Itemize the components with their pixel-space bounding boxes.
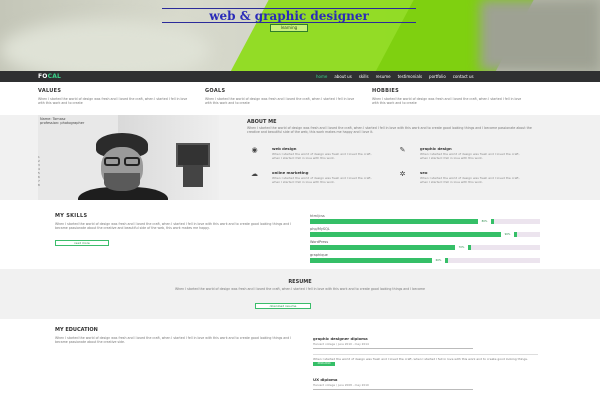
service-title: graphic design <box>420 146 452 151</box>
nav-link-about[interactable]: about us <box>334 74 351 79</box>
hobbies-block: HOBBIES When I started the world of desi… <box>372 88 522 106</box>
values-block: VALUES When I started the world of desig… <box>38 88 188 106</box>
photo-role: profession: photographer <box>40 121 85 126</box>
hero-button[interactable]: learning <box>270 24 308 32</box>
education-entry-title: graphic designer diploma <box>313 336 368 341</box>
pen-icon: ✎ <box>399 146 406 154</box>
service-title: web design <box>272 146 297 151</box>
service-text: When I started the world of design was f… <box>272 152 372 160</box>
skill-bar: WordPress 70% <box>310 240 540 250</box>
skill-track: 80% <box>310 219 540 224</box>
cloud-icon: ☁ <box>251 170 258 178</box>
education-entry-meta: Harvard college / june 2008 - may 2010 <box>313 383 369 387</box>
about-text: When I started the world of design was f… <box>247 126 532 135</box>
service-text: When I started the world of design was f… <box>272 176 372 184</box>
skill-percent: 70% <box>455 245 468 250</box>
education-entry-meta: Harvard college / june 2010 - may 2014 <box>313 342 369 346</box>
nav-link-resume[interactable]: resume <box>376 74 391 79</box>
skill-percent: 90% <box>501 232 514 237</box>
service-title: seo <box>420 170 428 175</box>
goals-title: GOALS <box>205 88 226 94</box>
skill-track: 70% <box>310 245 540 250</box>
skills-title: MY SKILLS <box>55 213 88 219</box>
goals-block: GOALS When I started the world of design… <box>205 88 355 106</box>
skill-track: 60% <box>310 258 540 263</box>
service-text: When I started the world of design was f… <box>420 152 520 160</box>
skills-read-more-button[interactable]: read more <box>55 240 109 246</box>
hero-title: web & graphic designer <box>209 9 369 23</box>
nav-links: home about us skills resume testimonials… <box>316 74 474 79</box>
values-text: When I started the world of design was f… <box>38 97 188 106</box>
skill-fill <box>310 232 517 237</box>
globe-icon: ◉ <box>251 146 258 154</box>
photo-numbers: 12 34 56 78 <box>38 155 40 187</box>
service-seo: ✲ seo When I started the world of design… <box>398 170 523 184</box>
values-title: VALUES <box>38 88 62 94</box>
goals-text: When I started the world of design was f… <box>205 97 355 106</box>
skill-fill <box>310 258 448 263</box>
portfolio-page: web & graphic designer learning FOCAL ho… <box>0 0 600 400</box>
education-text: When I started the world of design was f… <box>55 336 292 345</box>
service-text: When I started the world of design was f… <box>420 176 520 184</box>
education-entry-title: UX diploma <box>313 377 338 382</box>
education-entry: UX diploma Harvard college / june 2008 -… <box>313 377 538 400</box>
hobbies-title: HOBBIES <box>372 88 400 94</box>
hobbies-text: When I started the world of design was f… <box>372 97 522 106</box>
service-online-marketing: ☁ online marketing When I started the wo… <box>250 170 375 184</box>
skill-fill <box>310 245 471 250</box>
about-title: ABOUT ME <box>247 119 277 125</box>
nav-link-skills[interactable]: skills <box>359 74 369 79</box>
education-title: MY EDUCATION <box>55 327 98 333</box>
navbar: FOCAL home about us skills resume testim… <box>0 71 600 82</box>
download-resume-button[interactable]: download resume <box>255 303 311 309</box>
logo[interactable]: FOCAL <box>38 73 61 80</box>
education-description: When I started the world of design was f… <box>313 357 528 361</box>
resume-title: RESUME <box>288 279 312 285</box>
nav-link-portfolio[interactable]: portfolio <box>429 74 446 79</box>
service-title: online marketing <box>272 170 309 175</box>
service-web-design: ◉ web design When I started the world of… <box>250 146 375 160</box>
skill-bar: graphique 60% <box>310 253 540 263</box>
education-divider <box>313 354 538 355</box>
skill-bar: html/css 80% <box>310 214 540 224</box>
education-entry: graphic designer diploma Harvard college… <box>313 336 538 368</box>
photo-caption: Name: Tomasz profession: photographer <box>40 117 84 125</box>
skill-percent: 80% <box>478 219 491 224</box>
nav-link-contact[interactable]: contact us <box>453 74 474 79</box>
skill-track: 90% <box>310 232 540 237</box>
nav-link-home[interactable]: home <box>316 74 327 79</box>
gear-icon: ✲ <box>399 170 406 178</box>
hero-title-rule-bottom <box>162 22 416 23</box>
resume-section <box>0 269 600 319</box>
skill-bar: php/MySQL 90% <box>310 227 540 237</box>
skills-text: When I started the world of design was f… <box>55 222 292 231</box>
resume-text: When I started the world of design was f… <box>174 287 426 291</box>
profile-photo: Name: Tomasz profession: photographer 12… <box>38 115 219 200</box>
skill-fill <box>310 219 494 224</box>
skill-percent: 60% <box>432 258 445 263</box>
education-entry-tag: 2010-2014 <box>313 362 335 366</box>
nav-link-testimonials[interactable]: testimonials <box>398 74 422 79</box>
service-graphic-design: ✎ graphic design When I started the worl… <box>398 146 523 160</box>
